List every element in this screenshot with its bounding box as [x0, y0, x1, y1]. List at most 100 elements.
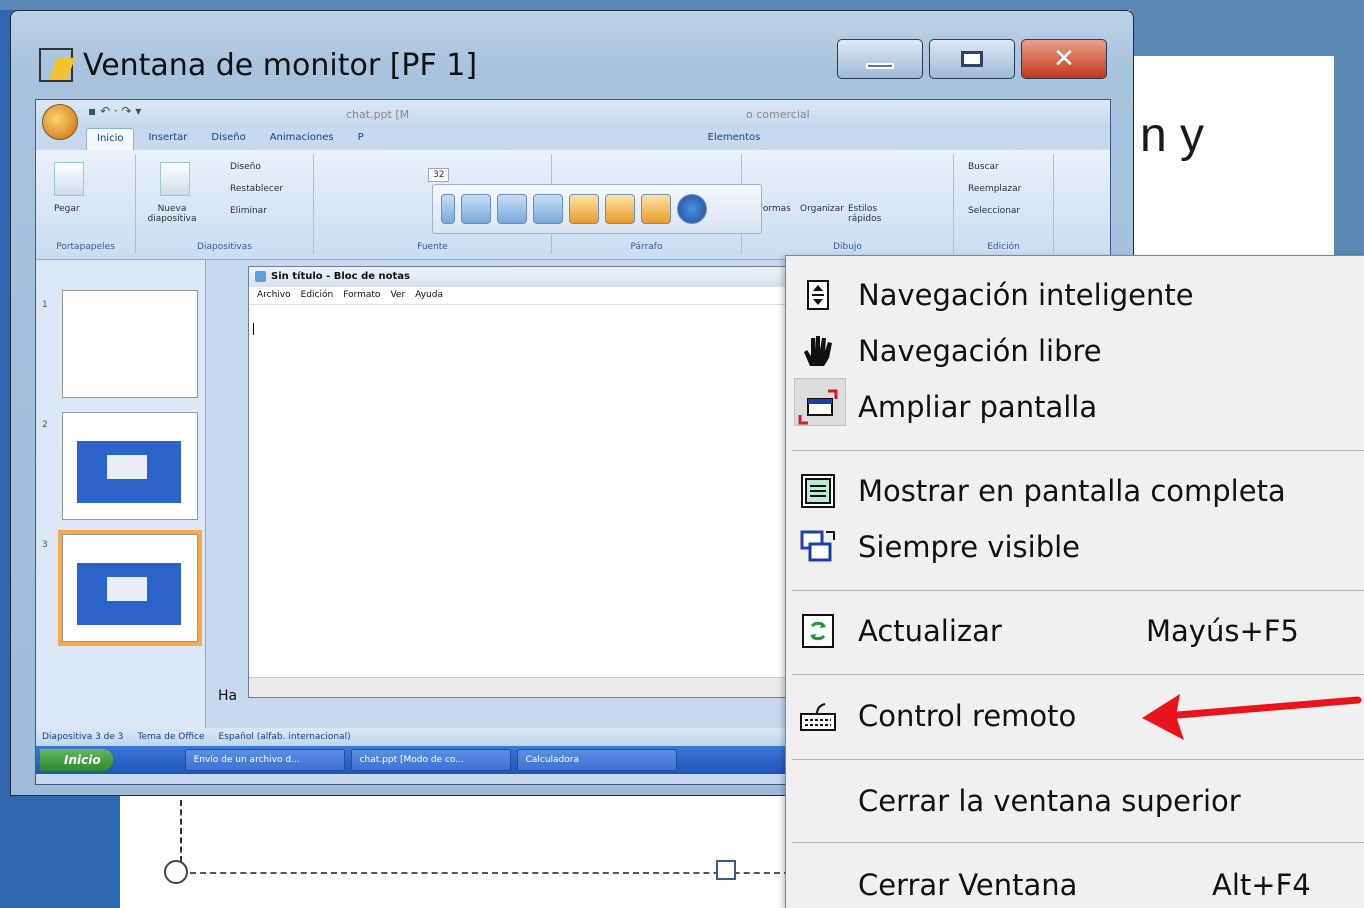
menu-item-always-visible[interactable]: Siempre visible: [786, 520, 1364, 574]
notepad-menu-ayuda[interactable]: Ayuda: [415, 290, 443, 301]
replace-button[interactable]: Reemplazar: [968, 184, 1021, 194]
taskbar-item-calculadora[interactable]: Calculadora: [516, 749, 677, 771]
keyboard-icon: [798, 696, 838, 736]
menu-item-close-window[interactable]: Cerrar Ventana Alt+F4: [786, 858, 1364, 908]
notepad-horizontal-scrollbar[interactable]: [249, 677, 791, 697]
context-menu: Navegación inteligente Navegación libre …: [785, 255, 1364, 908]
group-label-dibujo: Dibujo: [833, 242, 862, 252]
language-info: Español (alfab. internacional): [218, 732, 351, 742]
menu-shortcut: Alt+F4: [1212, 868, 1311, 902]
window-title: Ventana de monitor [PF 1]: [83, 47, 478, 83]
slide-number-1: 1: [42, 300, 48, 310]
slide-thumbnail-image: [77, 441, 181, 503]
minimize-button[interactable]: [837, 39, 923, 79]
group-diapositivas: Nueva diapositiva Diseño Restablecer Eli…: [136, 154, 314, 254]
reset-button[interactable]: Restablecer: [230, 184, 283, 194]
select-button[interactable]: Seleccionar: [968, 206, 1020, 216]
tab-insertar[interactable]: Insertar: [138, 128, 197, 150]
slide-text: n y: [1140, 109, 1205, 162]
tab-presentacion[interactable]: P: [348, 128, 374, 150]
group-label-portapapeles: Portapapeles: [56, 242, 115, 252]
toolbar-grip-icon[interactable]: [441, 194, 455, 224]
taskbar-item-envio[interactable]: Envío de un archivo d...: [184, 749, 345, 771]
notepad-menu-formato[interactable]: Formato: [343, 290, 380, 301]
selection-border-horizontal: [190, 872, 790, 874]
close-icon: ✕: [1053, 44, 1075, 74]
slide-thumbnail-2[interactable]: [62, 412, 198, 520]
toolbar-transfer-icon[interactable]: [569, 194, 599, 224]
new-slide-icon[interactable]: [160, 162, 190, 196]
tab-elementos[interactable]: Elementos: [698, 128, 771, 150]
quick-styles-button[interactable]: Estilos rápidos: [848, 204, 888, 224]
delete-button[interactable]: Eliminar: [230, 206, 267, 216]
group-label-diapositivas: Diapositivas: [197, 242, 252, 252]
paste-icon[interactable]: [54, 162, 84, 196]
toolbar-export-icon[interactable]: [641, 194, 671, 224]
menu-item-free-navigation[interactable]: Navegación libre: [786, 324, 1364, 378]
tab-inicio[interactable]: Inicio: [86, 128, 135, 150]
slide-thumbnail-1[interactable]: [62, 290, 198, 398]
slide-number-3: 3: [42, 540, 48, 550]
enlarge-screen-icon: [798, 387, 838, 427]
group-label-fuente: Fuente: [417, 242, 448, 252]
taskbar-item-chat[interactable]: chat.ppt [Modo de co...: [350, 749, 511, 771]
paste-label: Pegar: [54, 204, 80, 214]
slide-info: Diapositiva 3 de 3: [42, 732, 124, 742]
notepad-text-area[interactable]: [249, 307, 791, 677]
notepad-menu-ver[interactable]: Ver: [390, 290, 405, 301]
menu-label: Control remoto: [858, 699, 1077, 733]
slide-thumbnail-image: [77, 563, 181, 625]
background-top-bar: [0, 0, 1364, 10]
toolbar-user-icon[interactable]: [533, 194, 563, 224]
monitor-app-icon: [39, 48, 73, 82]
group-label-parrafo: Párrafo: [630, 242, 663, 252]
theme-info: Tema de Office: [137, 732, 205, 742]
menu-label: Mostrar en pantalla completa: [858, 474, 1286, 508]
menu-label: Navegación inteligente: [858, 278, 1194, 312]
menu-separator: [792, 450, 1364, 451]
menu-item-smart-navigation[interactable]: Navegación inteligente: [786, 268, 1364, 322]
selection-border-vertical: [180, 800, 182, 862]
menu-label: Actualizar: [858, 614, 1002, 648]
close-button[interactable]: ✕: [1021, 39, 1107, 79]
group-portapapeles: Pegar Portapapeles: [36, 154, 136, 254]
powerpoint-titlebar: chat.ppt [M o comercial: [36, 100, 1110, 128]
menu-item-close-top-window[interactable]: Cerrar la ventana superior: [786, 774, 1364, 828]
ribbon-tabs: Inicio Insertar Diseño Animaciones P Ele…: [36, 128, 1110, 150]
menu-shortcut: Mayús+F5: [1146, 614, 1299, 648]
toolbar-help-icon[interactable]: [677, 194, 707, 224]
notepad-menu-archivo[interactable]: Archivo: [257, 290, 291, 301]
menu-separator: [792, 759, 1364, 760]
powerpoint-doc-title: chat.ppt [M: [346, 108, 410, 121]
notepad-menu-edicion[interactable]: Edición: [301, 290, 334, 301]
font-size-input[interactable]: 32: [428, 168, 450, 182]
notepad-title[interactable]: Sin título - Bloc de notas: [249, 267, 791, 287]
find-button[interactable]: Buscar: [968, 162, 999, 172]
toolbar-users-icon[interactable]: [605, 194, 635, 224]
notes-text: Ha: [218, 688, 238, 704]
tab-animaciones[interactable]: Animaciones: [260, 128, 344, 150]
start-button[interactable]: Inicio: [40, 749, 113, 771]
layout-button[interactable]: Diseño: [230, 162, 261, 172]
toolbar-send-icon[interactable]: [461, 194, 491, 224]
resize-handle-side[interactable]: [716, 860, 736, 880]
toolbar-receive-icon[interactable]: [497, 194, 527, 224]
quick-access-toolbar[interactable]: ▪ ↶ · ↷ ▾: [88, 104, 141, 118]
slide-thumbnail-3[interactable]: [58, 530, 202, 646]
menu-label: Cerrar Ventana: [858, 868, 1078, 902]
window-titlebar[interactable]: Ventana de monitor [PF 1]: [39, 43, 477, 87]
maximize-icon: [961, 51, 983, 67]
shapes-button[interactable]: Formas: [758, 204, 791, 214]
quick-launch[interactable]: [119, 750, 179, 770]
notepad-window: Sin título - Bloc de notas Archivo Edici…: [248, 266, 792, 698]
menu-separator: [792, 590, 1364, 591]
powerpoint-doc-title-suffix: o comercial: [746, 108, 810, 121]
resize-handle-corner[interactable]: [164, 860, 188, 884]
slides-pane: 1 2 3: [36, 260, 206, 728]
menu-item-enlarge-screen[interactable]: Ampliar pantalla: [786, 380, 1364, 434]
arrange-button[interactable]: Organizar: [800, 204, 844, 214]
tab-diseno[interactable]: Diseño: [201, 128, 255, 150]
maximize-button[interactable]: [929, 39, 1015, 79]
menu-item-fullscreen[interactable]: Mostrar en pantalla completa: [786, 464, 1364, 518]
menu-item-refresh[interactable]: Actualizar Mayús+F5: [786, 604, 1364, 658]
